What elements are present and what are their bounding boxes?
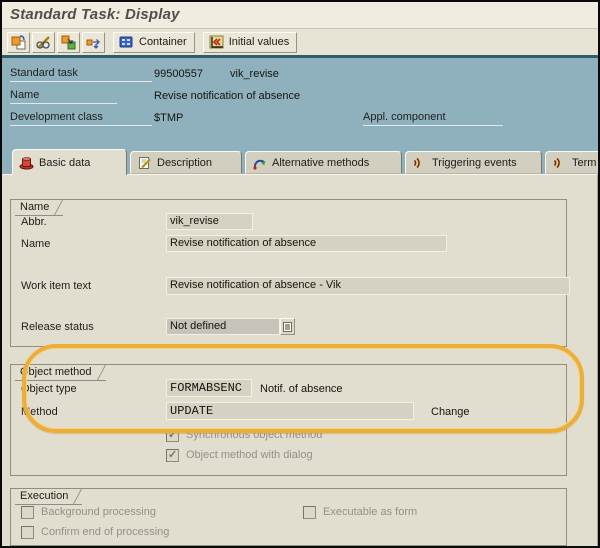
object-method-group-box: Object method Object type FORMABSENC Not… (10, 364, 567, 476)
name-group-title: Name (15, 199, 63, 216)
object-method-with-dialog-checkbox[interactable] (166, 449, 179, 462)
object-method-with-dialog-label: Object method with dialog (186, 449, 313, 461)
background-processing-checkbox[interactable] (21, 506, 34, 519)
abbr-label: Abbr. (21, 216, 47, 228)
method-field[interactable]: UPDATE (166, 402, 414, 420)
method-label: Method (21, 406, 58, 418)
background-processing-label: Background processing (41, 506, 156, 518)
other-object-icon (10, 34, 27, 51)
dropdown-list-icon (283, 322, 292, 332)
container-button-label: Container (139, 36, 187, 48)
name-label: Name (21, 238, 50, 250)
copy-object-button[interactable] (57, 32, 80, 53)
object-type-label: Object type (21, 383, 77, 395)
header-name-label: Name (10, 89, 117, 104)
basic-data-hat-icon (19, 156, 34, 170)
initial-values-button[interactable]: Initial values (203, 32, 298, 53)
object-type-description: Notif. of absence (260, 383, 343, 395)
alternative-methods-arrow-icon (252, 156, 267, 170)
execution-group-title: Execution (15, 488, 82, 505)
description-note-icon (137, 156, 152, 170)
development-class-label: Development class (10, 111, 152, 126)
method-description: Change (431, 406, 470, 418)
standard-task-number: 99500557 (154, 68, 203, 80)
header-name-value: Revise notification of absence (154, 90, 300, 102)
initial-values-button-label: Initial values (229, 36, 290, 48)
standard-task-abbr: vik_revise (230, 68, 279, 80)
work-item-text-label: Work item text (21, 280, 91, 292)
name-field[interactable]: Revise notification of absence (166, 235, 447, 252)
tab-alternative-methods-label: Alternative methods (272, 157, 369, 169)
release-status-dropdown-button[interactable] (280, 318, 295, 335)
page-title: Standard Task: Display (10, 6, 180, 23)
tab-basic-data-label: Basic data (39, 157, 90, 169)
sap-standard-task-window: Standard Task: Display (0, 0, 600, 548)
execution-group-box: Execution Background processing Executab… (10, 488, 567, 546)
where-used-button[interactable] (82, 32, 105, 53)
event-waves-icon (412, 156, 427, 170)
tab-terminating-events-label: Term (572, 157, 596, 169)
tab-description[interactable]: Description (130, 151, 242, 174)
executable-as-form-label: Executable as form (323, 506, 417, 518)
confirm-end-of-processing-label: Confirm end of processing (41, 526, 169, 538)
tab-terminating-events[interactable]: Term (545, 151, 600, 174)
tab-triggering-events-label: Triggering events (432, 157, 517, 169)
container-button[interactable]: Container (113, 32, 195, 53)
name-group-box: Name Abbr. vik_revise Name Revise notifi… (10, 199, 567, 347)
tab-alternative-methods[interactable]: Alternative methods (245, 151, 402, 174)
title-bar: Standard Task: Display (2, 2, 598, 29)
standard-task-label: Standard task (10, 67, 152, 82)
object-method-group-title: Object method (15, 364, 106, 381)
confirm-end-of-processing-checkbox[interactable] (21, 526, 34, 539)
event-waves-icon (552, 156, 567, 170)
container-icon (118, 35, 135, 50)
tab-triggering-events[interactable]: Triggering events (405, 151, 542, 174)
display-change-pencil-icon (35, 34, 52, 51)
display-change-button[interactable] (32, 32, 55, 53)
abbr-field[interactable]: vik_revise (166, 213, 253, 230)
work-item-text-field[interactable]: Revise notification of absence - Vik (166, 277, 570, 295)
synchronous-object-method-checkbox[interactable] (166, 429, 179, 442)
development-class-value: $TMP (154, 112, 183, 124)
synchronous-object-method-label: Synchronous object method (186, 429, 322, 441)
tab-description-label: Description (157, 157, 212, 169)
appl-component-label: Appl. component (363, 111, 503, 126)
release-status-label: Release status (21, 321, 94, 333)
copy-object-icon (60, 34, 77, 51)
where-used-icon (85, 34, 102, 51)
release-status-dropdown[interactable]: Not defined (166, 318, 280, 335)
application-toolbar: Container Initial values (2, 29, 598, 55)
executable-as-form-checkbox[interactable] (303, 506, 316, 519)
other-object-button[interactable] (7, 32, 30, 53)
tab-basic-data[interactable]: Basic data (12, 149, 127, 175)
initial-values-icon (208, 34, 225, 50)
object-type-field[interactable]: FORMABSENC (166, 379, 252, 397)
